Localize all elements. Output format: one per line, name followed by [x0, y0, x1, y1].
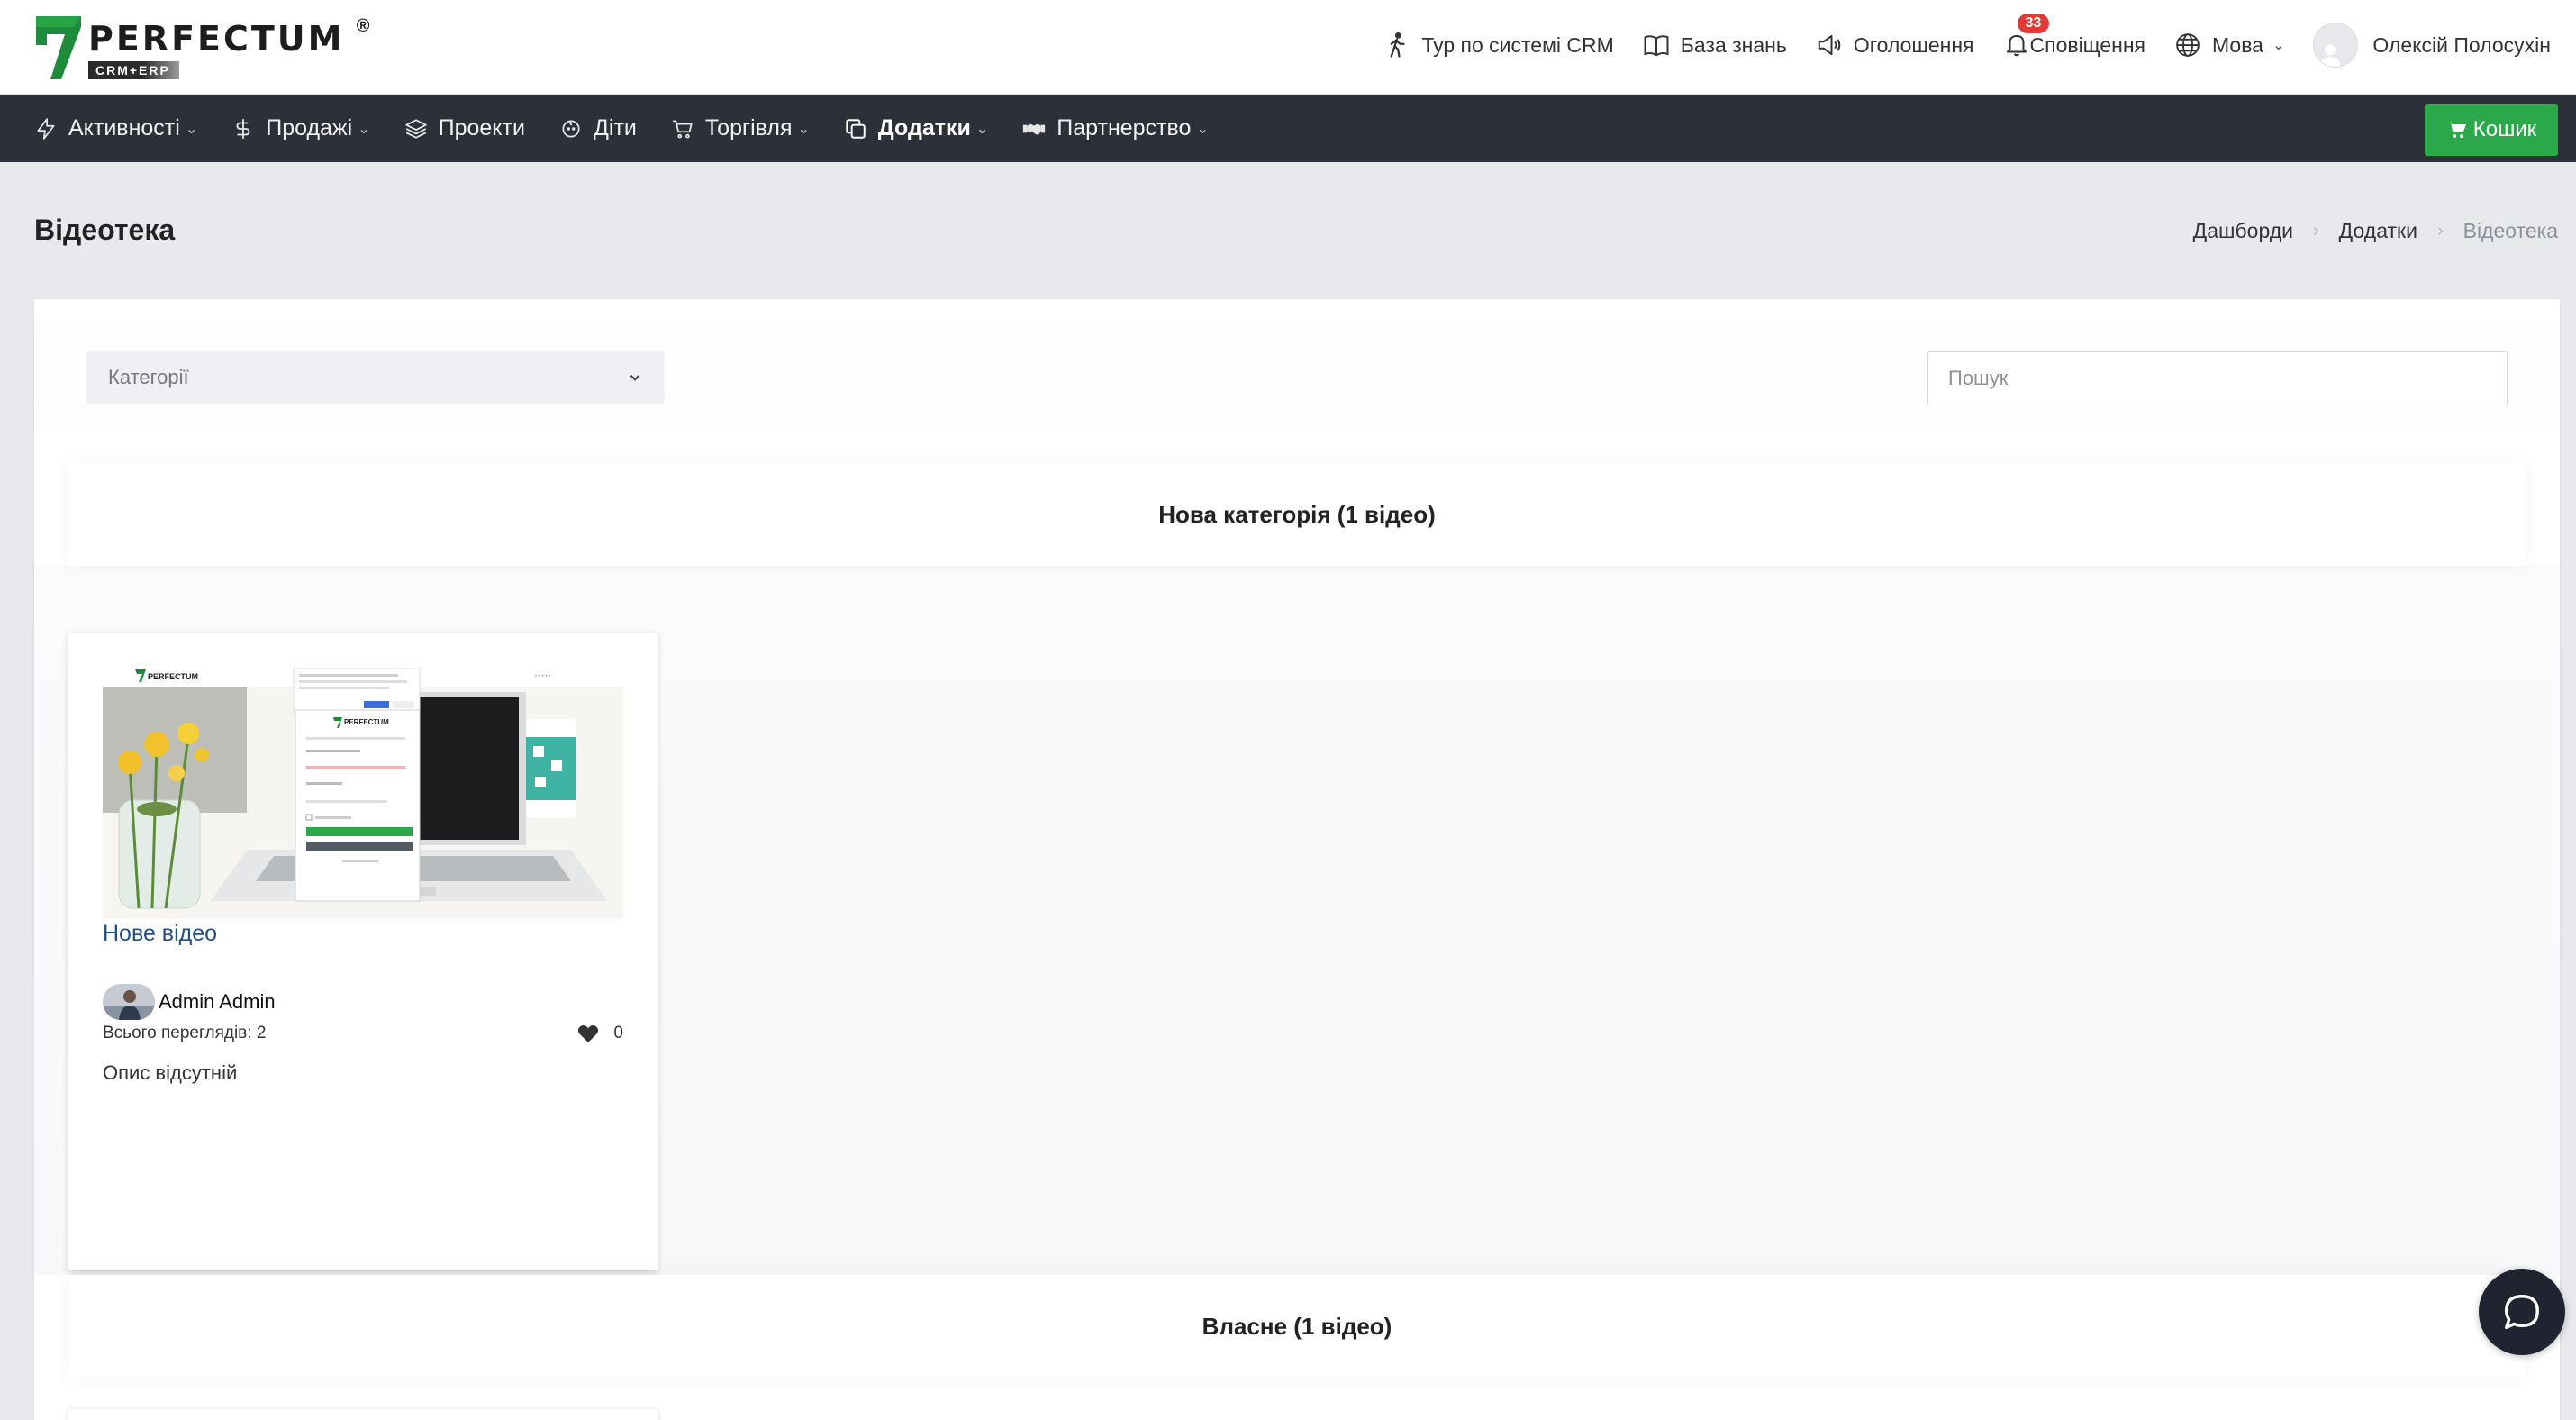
notifications-link[interactable]: 33 Сповіщення — [2003, 14, 2146, 59]
top-nav: Тур по системі CRM База знань Оголошення… — [1355, 0, 2551, 90]
menu-addons[interactable]: Додатки ⌄ — [844, 115, 988, 141]
breadcrumb: Дашборди › Додатки › Відеотека — [2193, 219, 2558, 243]
tour-link[interactable]: Тур по системі CRM — [1383, 32, 1614, 59]
breadcrumb-dashboards[interactable]: Дашборди — [2193, 219, 2293, 243]
breadcrumb-addons[interactable]: Додатки — [2339, 219, 2417, 243]
menu-partnership[interactable]: Партнерство ⌄ — [1022, 115, 1209, 141]
logo-subtitle: CRM+ERP — [88, 61, 179, 79]
language-label: Мова — [2212, 32, 2263, 57]
categories-select[interactable]: Категорії — [86, 351, 665, 404]
page-title: Відеотека — [34, 214, 176, 246]
menu-addons-label: Додатки — [877, 115, 971, 141]
copy-icon — [846, 118, 866, 139]
notifications-label: Сповіщення — [2029, 32, 2146, 57]
menu-activities-label: Активності — [68, 115, 180, 141]
user-avatar — [2313, 23, 2359, 68]
user-menu[interactable]: Олексій Полосухін — [2313, 23, 2551, 68]
video-library-panel: Категорії Нова категорія (1 відео) PERFE… — [34, 299, 2560, 1420]
video-card: PERFECTUM • • • • • PERFECTUM Нове відео… — [68, 633, 658, 1270]
chat-button[interactable] — [2479, 1269, 2565, 1355]
tour-label: Тур по системі CRM — [1421, 32, 1614, 57]
notifications-count-badge: 33 — [2017, 14, 2050, 33]
category-header: Власне (1 відео) — [68, 1275, 2526, 1378]
video-title-link[interactable]: Нове відео — [103, 921, 217, 947]
likes-count: 0 — [613, 1024, 623, 1042]
video-thumbnail-image: PERFECTUM • • • • • PERFECTUM — [103, 665, 623, 919]
like-button[interactable]: 0 — [577, 1024, 623, 1043]
menu-trade-label: Торгівля — [704, 115, 793, 141]
globe-icon — [2176, 33, 2200, 57]
shopping-cart-icon — [2446, 122, 2466, 138]
categories-select-value: Категорії — [108, 366, 189, 388]
chevron-down-icon: ⌄ — [185, 121, 198, 137]
svg-text:• • • • •: • • • • • — [535, 674, 550, 679]
chevron-down-icon: ⌄ — [797, 121, 810, 137]
logo-mark-icon — [36, 16, 81, 79]
category-header: Нова категорія (1 відео) — [68, 463, 2526, 566]
book-icon — [1644, 35, 1669, 57]
announcements-link[interactable]: Оголошення — [1816, 32, 1974, 59]
brand-logo[interactable]: PERFECTUM ® CRM+ERP — [34, 14, 369, 83]
svg-text:PERFECTUM: PERFECTUM — [148, 672, 198, 681]
user-name: Олексій Полосухін — [2372, 32, 2551, 57]
knowledge-base-label: База знань — [1680, 32, 1787, 57]
filters-row: Категорії — [34, 299, 2560, 430]
chevron-right-icon: › — [2312, 221, 2319, 241]
logo-wordmark: PERFECTUM — [88, 19, 345, 59]
heart-icon — [578, 1025, 599, 1042]
dollar-icon — [236, 118, 250, 139]
chevron-right-icon: › — [2436, 221, 2444, 241]
chevron-down-icon: ⌄ — [1196, 121, 1209, 137]
author-name[interactable]: Admin Admin — [159, 990, 276, 1014]
author-avatar — [103, 984, 155, 1020]
menu-sales-label: Продажі — [266, 115, 353, 141]
menu-activities[interactable]: Активності ⌄ — [34, 115, 197, 141]
logo-registered-mark: ® — [356, 16, 370, 36]
author-photo — [103, 984, 155, 1020]
chevron-down-icon: ⌄ — [2272, 38, 2285, 53]
knowledge-base-link[interactable]: База знань — [1643, 32, 1787, 59]
menu-projects[interactable]: Проекти — [404, 115, 525, 141]
menu-trade[interactable]: Торгівля ⌄ — [671, 115, 810, 141]
chevron-down-icon — [630, 374, 640, 381]
top-header: PERFECTUM ® CRM+ERP Тур по системі CRM Б… — [0, 0, 2576, 95]
main-menu-bar: Активності ⌄ Продажі ⌄ Проекти Діти Торг… — [0, 95, 2576, 162]
video-thumbnail[interactable]: PERFECTUM • • • • • PERFECTUM — [103, 665, 623, 919]
baby-icon — [562, 119, 580, 138]
breadcrumb-current: Відеотека — [2463, 219, 2558, 242]
video-card — [68, 1409, 658, 1420]
chat-bubble-icon — [2505, 1295, 2539, 1329]
menu-sales[interactable]: Продажі ⌄ — [231, 115, 370, 141]
user-silhouette-icon — [2319, 44, 2341, 67]
menu-projects-label: Проекти — [438, 115, 525, 141]
svg-text:PERFECTUM: PERFECTUM — [344, 718, 389, 726]
shopping-cart-outline-icon — [673, 119, 693, 139]
cart-button[interactable]: Кошик — [2425, 104, 2558, 156]
video-author: Admin Admin — [103, 984, 276, 1020]
views-count: Всього переглядів: 2 — [103, 1024, 267, 1042]
handshake-icon — [1023, 123, 1046, 134]
walking-person-icon — [1390, 32, 1405, 58]
search-input[interactable] — [1927, 351, 2508, 405]
chevron-down-icon: ⌄ — [975, 121, 989, 137]
announcements-label: Оголошення — [1853, 32, 1974, 57]
megaphone-icon — [1818, 35, 1841, 55]
layers-icon — [404, 118, 427, 139]
language-dropdown[interactable]: Мова ⌄ — [2174, 32, 2284, 59]
cart-button-label: Кошик — [2472, 117, 2537, 141]
menu-kids-label: Діти — [593, 115, 637, 141]
menu-partnership-label: Партнерство — [1057, 115, 1192, 141]
video-description: Опис відсутній — [103, 1061, 238, 1084]
menu-kids[interactable]: Діти — [559, 115, 637, 141]
video-stats: Всього переглядів: 2 0 — [103, 1024, 623, 1043]
chevron-down-icon: ⌄ — [358, 121, 370, 137]
bell-icon — [2006, 35, 2027, 57]
lightning-icon — [37, 117, 55, 140]
